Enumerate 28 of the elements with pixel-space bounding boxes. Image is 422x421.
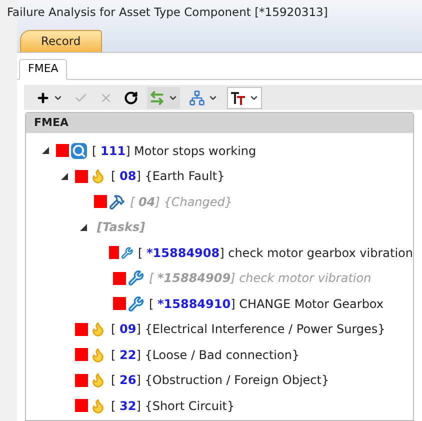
tree-node-label[interactable]: [ 111] Motor stops working bbox=[92, 142, 256, 160]
toolbar-button[interactable] bbox=[227, 86, 262, 108]
flame-icon bbox=[90, 168, 106, 184]
swap-arrows-icon bbox=[149, 90, 165, 106]
plus-icon bbox=[36, 90, 50, 104]
tree-node-label[interactable]: [ 26] {Obstruction / Foreign Object} bbox=[111, 371, 330, 390]
wrench-icon bbox=[128, 270, 144, 286]
refresh-icon bbox=[124, 90, 138, 104]
tree-node-label[interactable]: [ 32] {Short Circuit} bbox=[111, 396, 235, 415]
font-size-icon bbox=[230, 90, 246, 104]
tree-node-label[interactable]: [ 08] {Earth Fault} bbox=[111, 167, 225, 186]
tools-icon bbox=[109, 194, 125, 210]
wrench-icon bbox=[120, 244, 134, 261]
search-icon bbox=[71, 142, 87, 159]
fmea-tab[interactable]: FMEA bbox=[19, 59, 68, 80]
flame-icon bbox=[90, 321, 106, 338]
hierarchy-icon bbox=[189, 90, 205, 106]
flame-icon bbox=[90, 346, 106, 363]
tree-header: FMEA bbox=[26, 113, 413, 133]
collapse-arrow-icon[interactable] bbox=[60, 172, 68, 180]
window-title: Failure Analysis for Asset Type Component [*15920313] bbox=[7, 4, 328, 21]
flame-icon bbox=[90, 398, 106, 414]
record-tab[interactable]: Record bbox=[20, 30, 102, 52]
flame-icon bbox=[90, 372, 106, 388]
wrench-icon bbox=[128, 296, 144, 312]
tree-node-label[interactable]: [ 22] {Loose / Bad connection} bbox=[111, 346, 300, 364]
collapse-arrow-icon[interactable] bbox=[42, 147, 48, 154]
tree-node-label[interactable]: [ 09] {Electrical Interference / Power Surges} bbox=[111, 320, 386, 338]
